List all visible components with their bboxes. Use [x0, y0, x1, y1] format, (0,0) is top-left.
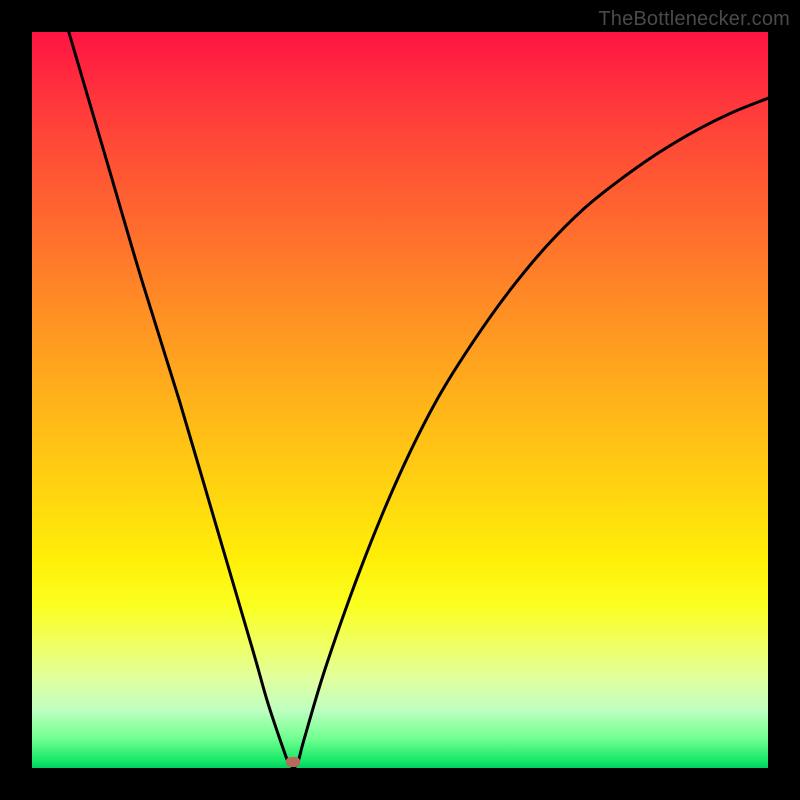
- chart-frame: TheBottlenecker.com: [0, 0, 800, 800]
- plot-area: [32, 32, 768, 768]
- watermark-text: TheBottlenecker.com: [598, 8, 790, 31]
- minimum-marker: [286, 757, 300, 767]
- bottleneck-curve: [32, 32, 768, 768]
